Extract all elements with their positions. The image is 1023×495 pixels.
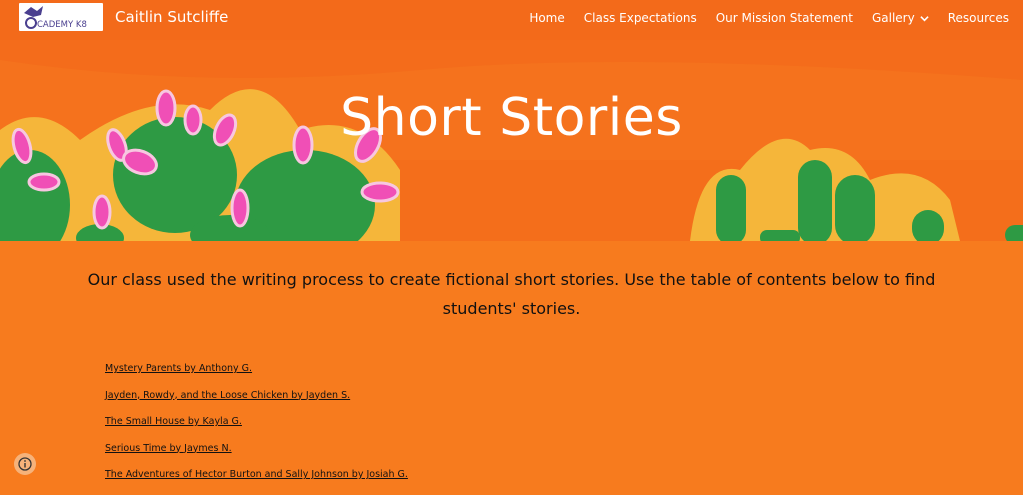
nav-resources[interactable]: Resources — [948, 10, 1009, 26]
page-title: Short Stories — [340, 88, 683, 148]
nav-gallery[interactable]: Gallery — [872, 10, 929, 26]
nav-class-expectations[interactable]: Class Expectations — [584, 10, 697, 26]
top-navigation-bar: CADEMY K8 Caitlin Sutcliffe Home Class E… — [0, 0, 1023, 36]
intro-text: Our class used the writing process to cr… — [87, 270, 936, 318]
nav-home[interactable]: Home — [529, 10, 564, 26]
chevron-down-icon[interactable] — [920, 14, 929, 23]
info-icon — [18, 457, 32, 471]
nav-home-label: Home — [529, 11, 565, 25]
nav-resources-label: Resources — [947, 11, 1009, 25]
site-logo[interactable]: CADEMY K8 — [19, 3, 103, 31]
hero-banner: CADEMY K8 Caitlin Sutcliffe Home Class E… — [0, 0, 1023, 241]
nav-class-expectations-label: Class Expectations — [583, 11, 697, 25]
svg-text:CADEMY K8: CADEMY K8 — [37, 20, 87, 30]
story-link[interactable]: The Adventures of Hector Burton and Sall… — [105, 468, 408, 495]
main-nav: Home Class Expectations Our Mission Stat… — [529, 10, 1009, 26]
story-link[interactable]: Jayden, Rowdy, and the Loose Chicken by … — [105, 389, 408, 416]
nav-mission-label: Our Mission Statement — [715, 11, 853, 25]
nav-gallery-label: Gallery — [871, 11, 915, 25]
story-link[interactable]: The Small House by Kayla G. — [105, 415, 408, 442]
table-of-contents: Mystery Parents by Anthony G. Jayden, Ro… — [105, 362, 408, 495]
story-link[interactable]: Mystery Parents by Anthony G. — [105, 362, 408, 389]
site-title[interactable]: Caitlin Sutcliffe — [115, 8, 228, 26]
academy-k8-dragon-logo: CADEMY K8 — [24, 6, 87, 30]
story-link[interactable]: Serious Time by Jaymes N. — [105, 442, 408, 469]
site-info-button[interactable] — [14, 453, 36, 475]
nav-our-mission-statement[interactable]: Our Mission Statement — [716, 10, 853, 26]
